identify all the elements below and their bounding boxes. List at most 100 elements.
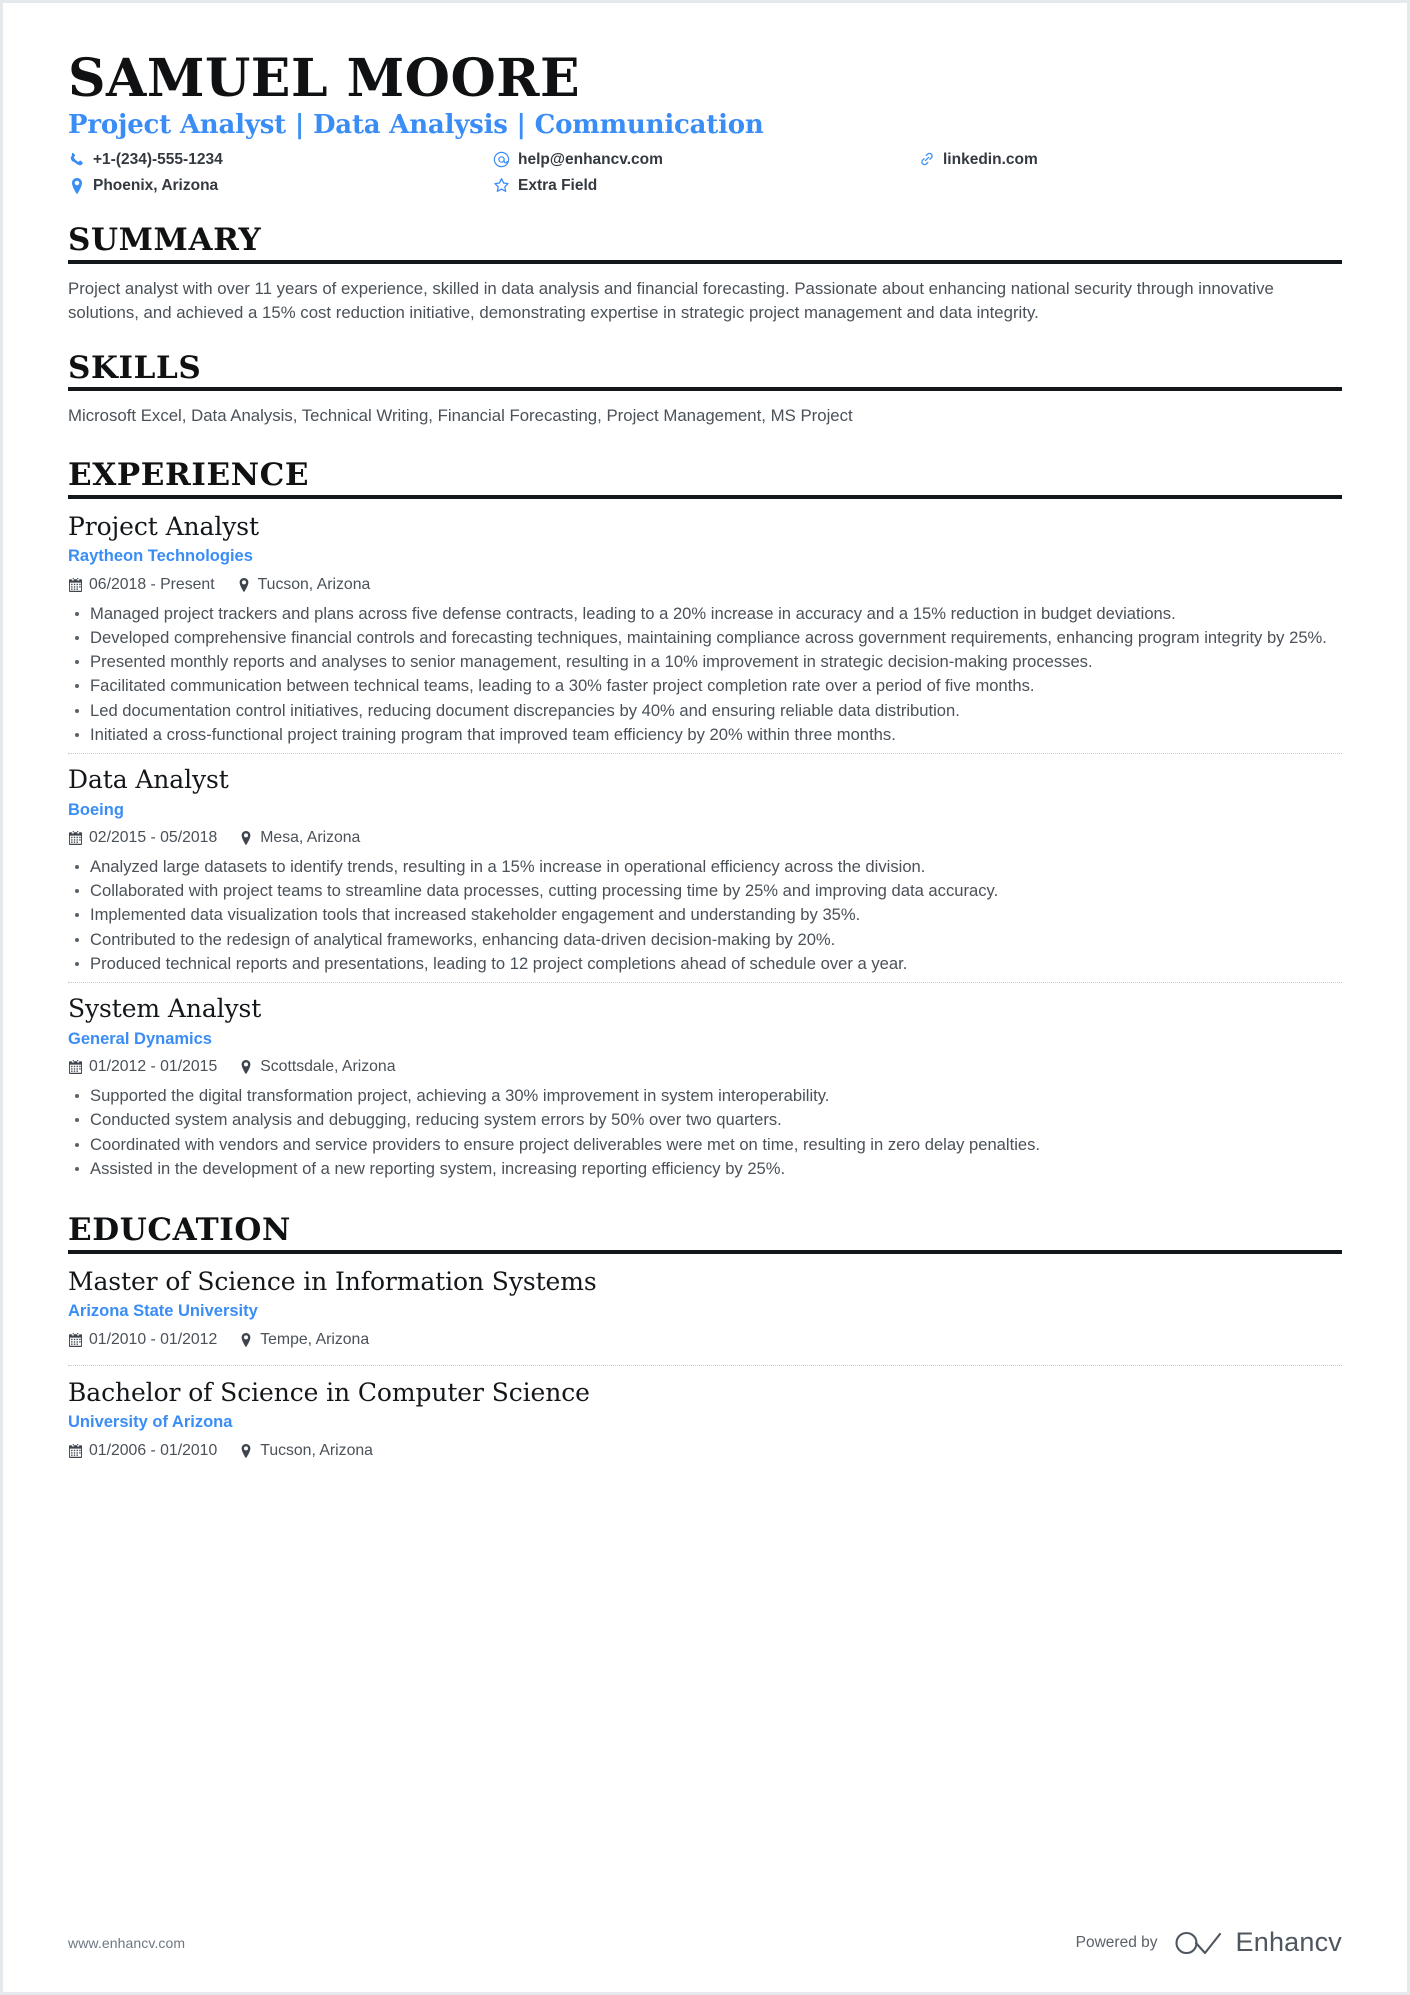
job-title: System Analyst <box>68 994 262 1024</box>
bullet-item: Led documentation control initiatives, r… <box>68 699 1342 722</box>
resume-header: SAMUEL MOORE Project Analyst | Data Anal… <box>68 48 1342 198</box>
enhancv-mark-icon <box>1174 1931 1221 1954</box>
bullet-item: Collaborated with project teams to strea… <box>68 879 1342 902</box>
bullet-item: Contributed to the redesign of analytica… <box>68 928 1342 951</box>
bullet-item: Presented monthly reports and analyses t… <box>68 650 1342 673</box>
education-meta: 01/2010 - 01/2012 Tempe, Arizona <box>68 1328 1342 1352</box>
enhancv-logo: Enhancv <box>1174 1927 1342 1958</box>
star-icon <box>493 177 510 194</box>
bullet-item: Coordinated with vendors and service pro… <box>68 1133 1342 1156</box>
experience-entry: Data Analyst Boeing 02/2015 - 05/2018 Me… <box>68 753 1342 982</box>
education-location-text: Tucson, Arizona <box>260 1441 373 1459</box>
education-location-text: Tempe, Arizona <box>260 1330 370 1348</box>
contact-extra-field[interactable]: Extra Field <box>493 174 918 197</box>
experience-entry: Project Analyst Raytheon Technologies 06… <box>68 512 1342 753</box>
bullet-item: Conducted system analysis and debugging,… <box>68 1108 1342 1131</box>
education-entry: Bachelor of Science in Computer Science … <box>68 1364 1342 1476</box>
section-education: EDUCATION Master of Science in Informati… <box>68 1213 1342 1476</box>
bullet-item: Implemented data visualization tools tha… <box>68 903 1342 926</box>
calendar-icon <box>68 577 82 592</box>
education-entry: Master of Science in Information Systems… <box>68 1267 1342 1365</box>
summary-text: Project analyst with over 11 years of ex… <box>68 278 1274 322</box>
job-meta: 06/2018 - Present Tucson, Arizona <box>68 573 1342 597</box>
contact-details: +1-(234)-555-1234 help@enhancv.com linke… <box>68 148 1342 198</box>
contact-location[interactable]: Phoenix, Arizona <box>68 174 493 197</box>
job-title: Data Analyst <box>68 765 229 795</box>
page-footer: www.enhancv.com Powered by Enhancv <box>68 1927 1342 1958</box>
job-location: Tucson, Arizona <box>237 573 371 597</box>
job-location-text: Scottsdale, Arizona <box>260 1058 396 1076</box>
footer-brand: Powered by Enhancv <box>1076 1927 1342 1958</box>
contact-linkedin-text: linkedin.com <box>943 150 1038 168</box>
education-dates-text: 01/2006 - 01/2010 <box>89 1441 218 1459</box>
location-icon <box>239 831 253 846</box>
school-name[interactable]: Arizona State University <box>68 1299 1342 1324</box>
bullet-item: Supported the digital transformation pro… <box>68 1084 1342 1107</box>
section-heading-skills: SKILLS <box>68 350 1342 392</box>
company-name[interactable]: Boeing <box>68 798 1342 823</box>
job-meta: 02/2015 - 05/2018 Mesa, Arizona <box>68 826 1342 850</box>
section-experience: EXPERIENCE Project Analyst Raytheon Tech… <box>68 458 1342 1187</box>
contact-linkedin[interactable]: linkedin.com <box>918 148 1342 171</box>
bullet-item: Assisted in the development of a new rep… <box>68 1157 1342 1180</box>
candidate-headline: Project Analyst | Data Analysis | Commun… <box>68 110 764 141</box>
job-location: Scottsdale, Arizona <box>239 1055 395 1079</box>
section-heading-education: EDUCATION <box>68 1213 1342 1254</box>
education-location: Tempe, Arizona <box>239 1328 369 1352</box>
location-icon <box>239 1443 253 1458</box>
bullet-item: Produced technical reports and presentat… <box>68 952 1342 975</box>
job-bullets: Managed project trackers and plans acros… <box>68 602 1342 746</box>
footer-powered-by-label: Powered by <box>1075 1933 1158 1951</box>
job-location: Mesa, Arizona <box>239 826 360 850</box>
location-icon <box>239 1332 253 1347</box>
contact-phone-text: +1-(234)-555-1234 <box>93 150 223 168</box>
degree-title: Bachelor of Science in Computer Science <box>68 1377 590 1407</box>
contact-phone[interactable]: +1-(234)-555-1234 <box>68 148 493 171</box>
bullet-item: Analyzed large datasets to identify tren… <box>68 855 1342 878</box>
contact-extra-field-text: Extra Field <box>518 176 598 194</box>
phone-icon <box>68 151 85 168</box>
enhancv-wordmark: Enhancv <box>1235 1927 1342 1957</box>
location-icon <box>239 1060 253 1075</box>
contact-location-text: Phoenix, Arizona <box>93 176 219 194</box>
bullet-item: Managed project trackers and plans acros… <box>68 602 1342 625</box>
contact-email[interactable]: help@enhancv.com <box>493 148 918 171</box>
bullet-item: Initiated a cross-functional project tra… <box>68 723 1342 746</box>
job-bullets: Supported the digital transformation pro… <box>68 1084 1342 1180</box>
company-name[interactable]: Raytheon Technologies <box>68 544 1342 569</box>
job-location-text: Mesa, Arizona <box>260 829 361 847</box>
calendar-icon <box>68 1060 82 1075</box>
job-title: Project Analyst <box>68 511 259 541</box>
section-summary: SUMMARY Project analyst with over 11 yea… <box>68 223 1342 324</box>
job-location-text: Tucson, Arizona <box>257 576 371 594</box>
job-dates: 06/2018 - Present <box>68 573 215 597</box>
candidate-name: SAMUEL MOORE <box>68 48 581 109</box>
link-icon <box>918 151 935 168</box>
location-icon <box>68 177 85 194</box>
contact-email-text: help@enhancv.com <box>518 150 663 168</box>
location-icon <box>237 577 251 592</box>
job-meta: 01/2012 - 01/2015 Scottsdale, Arizona <box>68 1055 1342 1079</box>
calendar-icon <box>68 1332 82 1347</box>
education-dates-text: 01/2010 - 01/2012 <box>89 1330 218 1348</box>
job-bullets: Analyzed large datasets to identify tren… <box>68 855 1342 975</box>
education-dates: 01/2010 - 01/2012 <box>68 1328 217 1352</box>
job-dates: 02/2015 - 05/2018 <box>68 826 217 850</box>
education-location: Tucson, Arizona <box>239 1439 373 1463</box>
bullet-item: Facilitated communication between techni… <box>68 674 1342 697</box>
email-icon <box>493 151 510 168</box>
section-heading-experience: EXPERIENCE <box>68 458 1342 499</box>
resume-page: SAMUEL MOORE Project Analyst | Data Anal… <box>0 0 1410 1995</box>
education-meta: 01/2006 - 01/2010 Tucson, Arizona <box>68 1439 1342 1463</box>
school-name[interactable]: University of Arizona <box>68 1410 1342 1435</box>
calendar-icon <box>68 1443 82 1458</box>
job-dates-text: 06/2018 - Present <box>89 576 215 594</box>
calendar-icon <box>68 831 82 846</box>
section-heading-summary: SUMMARY <box>68 223 1342 264</box>
education-dates: 01/2006 - 01/2010 <box>68 1439 217 1463</box>
education-entries: Master of Science in Information Systems… <box>68 1267 1342 1476</box>
footer-url[interactable]: www.enhancv.com <box>68 1935 185 1951</box>
company-name[interactable]: General Dynamics <box>68 1027 1342 1052</box>
job-dates: 01/2012 - 01/2015 <box>68 1055 217 1079</box>
experience-entries: Project Analyst Raytheon Technologies 06… <box>68 512 1342 1187</box>
